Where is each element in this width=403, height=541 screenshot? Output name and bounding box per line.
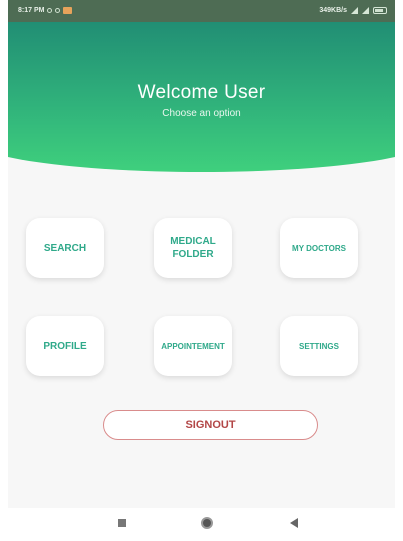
page-title: Welcome User (137, 82, 266, 103)
battery-icon (373, 7, 387, 14)
signout-button[interactable]: SIGNOUT (103, 410, 318, 440)
search-button[interactable]: SEARCH (26, 218, 104, 278)
appointment-button-label: APPOINTEMENT (161, 341, 225, 351)
search-button-label: SEARCH (43, 242, 87, 254)
status-left: 8:17 PM (18, 7, 73, 14)
my-doctors-button[interactable]: MY DOCTORS (280, 218, 358, 278)
signout-button-label: SIGNOUT (185, 419, 236, 431)
circle-icon[interactable] (201, 517, 213, 529)
profile-button[interactable]: PROFILE (26, 316, 104, 376)
square-icon[interactable] (118, 519, 126, 527)
settings-button-label: SETTINGS (298, 341, 339, 351)
signal-icon (351, 7, 358, 14)
signal-icon (362, 7, 369, 14)
system-nav-bar (8, 508, 395, 541)
network-speed: 349KB/s (319, 7, 347, 14)
status-time: 8:17 PM (18, 7, 45, 14)
phone-screen: 8:17 PM 349KB/s Welcome User Choose an o… (8, 0, 395, 541)
notification-dot-icon (47, 8, 53, 13)
medical-folder-button[interactable]: MEDICAL FOLDER (154, 218, 232, 278)
notification-app-icon (63, 7, 73, 14)
my-doctors-button-label: MY DOCTORS (292, 243, 346, 253)
triangle-back-icon[interactable] (290, 518, 298, 528)
profile-button-label: PROFILE (43, 340, 87, 352)
status-right: 349KB/s (319, 7, 387, 14)
notification-dot-icon (55, 8, 61, 13)
status-bar: 8:17 PM 349KB/s (8, 0, 395, 22)
page-subtitle: Choose an option (162, 108, 241, 119)
appointment-button[interactable]: APPOINTEMENT (154, 316, 232, 376)
medical-folder-button-label: MEDICAL FOLDER (170, 236, 216, 260)
settings-button[interactable]: SETTINGS (280, 316, 358, 376)
